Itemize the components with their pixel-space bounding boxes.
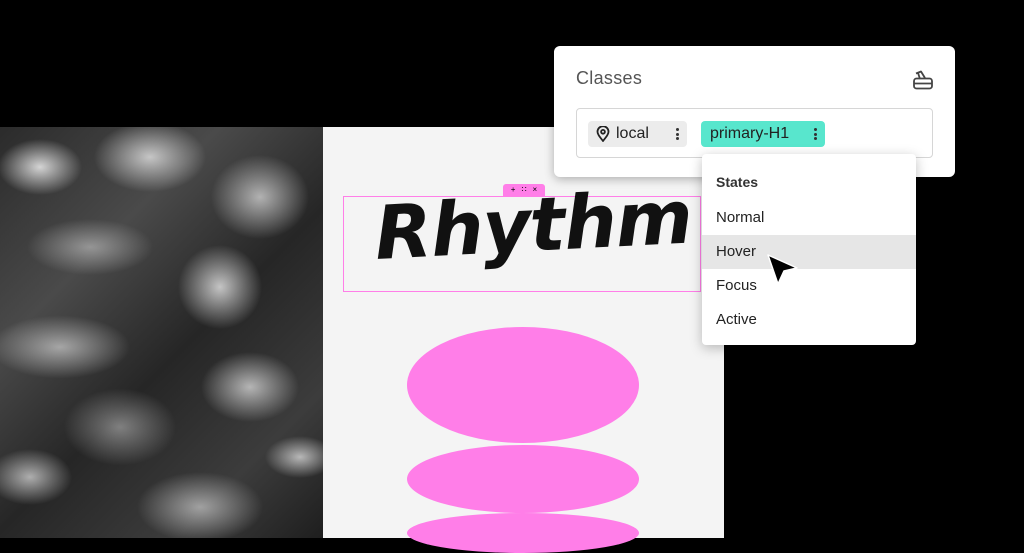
states-header: States — [716, 174, 758, 190]
location-pin-icon — [596, 126, 610, 142]
design-canvas[interactable]: + ∷ × Rhythm — [323, 127, 724, 538]
pink-ellipse-large — [407, 327, 639, 443]
mouse-cursor-icon — [766, 253, 800, 287]
chip-menu-icon[interactable] — [676, 128, 679, 140]
state-item-focus[interactable]: Focus — [702, 269, 916, 303]
states-dropdown: States Normal Hover Focus Active — [702, 154, 916, 345]
class-chip-label: primary-H1 — [710, 125, 789, 143]
panel-title: Classes — [576, 68, 642, 89]
state-item-active[interactable]: Active — [702, 303, 916, 337]
pink-ellipse-medium — [407, 445, 639, 513]
class-chip-primary-h1[interactable]: primary-H1 — [701, 121, 825, 147]
class-library-icon[interactable] — [911, 68, 935, 92]
class-selector-field[interactable]: local primary-H1 — [576, 108, 933, 158]
class-chip-local[interactable]: local — [588, 121, 687, 147]
pink-ellipse-small — [407, 513, 639, 553]
state-item-normal[interactable]: Normal — [702, 201, 916, 235]
chip-menu-icon[interactable] — [814, 128, 817, 140]
ocean-foam-image — [0, 127, 323, 538]
state-item-hover[interactable]: Hover — [702, 235, 916, 269]
rhythm-heading[interactable]: Rhythm — [373, 180, 694, 270]
class-chip-label: local — [616, 125, 649, 143]
